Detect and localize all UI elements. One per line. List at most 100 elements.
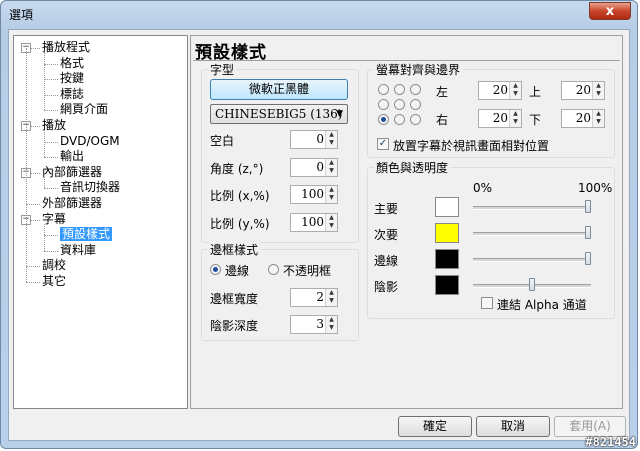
tree-item[interactable]: 輸出 xyxy=(60,149,84,164)
color-swatch-button[interactable] xyxy=(435,223,459,243)
relative-position-checkbox[interactable]: ✓ xyxy=(377,138,389,150)
stepper-arrows[interactable]: ▲ ▼ xyxy=(325,186,337,203)
stepper-arrows[interactable]: ▲ ▼ xyxy=(325,289,337,306)
tree-item[interactable]: 按鍵 xyxy=(60,71,84,86)
stepper-down-icon[interactable]: ▼ xyxy=(593,118,604,126)
stepper-arrows[interactable]: ▲ ▼ xyxy=(325,316,337,333)
bottom-margin-label: 下 xyxy=(529,113,542,127)
stepper-arrows[interactable]: ▲ ▼ xyxy=(509,82,521,99)
tree-item[interactable]: 預設樣式 xyxy=(58,226,114,243)
close-button[interactable]: x xyxy=(589,2,631,20)
right-margin-stepper[interactable]: 20 ▲ ▼ xyxy=(478,109,522,128)
font-button[interactable]: 微軟正黑體 xyxy=(210,79,348,100)
stepper-arrows[interactable]: ▲ ▼ xyxy=(325,131,337,148)
stepper-down-icon[interactable]: ▼ xyxy=(326,167,337,175)
tree-item[interactable]: 內部篩選器 xyxy=(42,165,102,180)
opacity-slider-thumb[interactable] xyxy=(529,278,535,291)
stepper-up-icon[interactable]: ▲ xyxy=(510,110,521,118)
stepper-down-icon[interactable]: ▼ xyxy=(326,139,337,147)
tree-item[interactable]: 音訊切換器 xyxy=(60,180,120,195)
alignment-radio[interactable] xyxy=(410,114,421,125)
tree-item[interactable]: 字幕 xyxy=(42,212,66,227)
alignment-radio[interactable] xyxy=(394,84,405,95)
tree-connector xyxy=(44,176,45,189)
alignment-radio[interactable] xyxy=(410,99,421,110)
tree-item[interactable]: 播放 xyxy=(42,118,66,133)
stepper-down-icon[interactable]: ▼ xyxy=(326,194,337,202)
opacity-slider-track[interactable] xyxy=(473,258,591,262)
top-margin-label: 上 xyxy=(529,85,542,99)
stepper-down-icon[interactable]: ▼ xyxy=(593,90,604,98)
left-margin-stepper[interactable]: 20 ▲ ▼ xyxy=(478,81,522,100)
stepper-up-icon[interactable]: ▲ xyxy=(326,131,337,139)
alignment-radio[interactable] xyxy=(378,99,389,110)
shadow-depth-stepper[interactable]: 3 ▲ ▼ xyxy=(290,315,338,334)
tree-item[interactable]: 格式 xyxy=(60,56,84,71)
opaque-box-radio[interactable] xyxy=(268,264,279,275)
tree-item[interactable]: 標誌 xyxy=(60,87,84,102)
ok-button[interactable]: 確定 xyxy=(398,416,472,437)
color-row-label: 主要 xyxy=(374,202,399,216)
alignment-radio[interactable] xyxy=(378,114,389,125)
stepper-up-icon[interactable]: ▲ xyxy=(593,110,604,118)
tree-item[interactable]: DVD/OGM xyxy=(60,134,120,149)
stepper-arrows[interactable]: ▲ ▼ xyxy=(592,110,604,127)
border-width-stepper[interactable]: 2 ▲ ▼ xyxy=(290,288,338,307)
cancel-button[interactable]: 取消 xyxy=(476,416,550,437)
stepper-arrows[interactable]: ▲ ▼ xyxy=(509,110,521,127)
link-alpha-checkbox[interactable] xyxy=(481,297,493,309)
title-bar[interactable]: 選項 x xyxy=(1,1,637,25)
stepper-up-icon[interactable]: ▲ xyxy=(326,214,337,222)
charset-select[interactable]: CHINESEBIG5 (136) ▼ xyxy=(210,104,348,124)
color-swatch-button[interactable] xyxy=(435,275,459,295)
tree-item[interactable]: 網頁介面 xyxy=(60,102,108,117)
stepper-up-icon[interactable]: ▲ xyxy=(326,159,337,167)
alignment-radio[interactable] xyxy=(410,84,421,95)
opacity-slider-track[interactable] xyxy=(473,232,591,236)
alignment-radio[interactable] xyxy=(378,84,389,95)
stepper-down-icon[interactable]: ▼ xyxy=(326,222,337,230)
scale-x-stepper[interactable]: 100 ▲ ▼ xyxy=(290,185,338,204)
apply-button[interactable]: 套用(A) xyxy=(554,416,626,437)
stepper-down-icon[interactable]: ▼ xyxy=(326,324,337,332)
opacity-slider-track[interactable] xyxy=(473,206,591,210)
tree-item[interactable]: 外部篩選器 xyxy=(42,196,102,211)
stepper-down-icon[interactable]: ▼ xyxy=(326,297,337,305)
options-tree[interactable]: 播放程式 − 格式 按鍵 標誌 網頁介面 播放 − DVD/OGM 輸出 內部篩選器 − 音訊切換器 外部… xyxy=(13,35,188,409)
alignment-radio[interactable] xyxy=(394,114,405,125)
stepper-up-icon[interactable]: ▲ xyxy=(326,289,337,297)
relative-position-label[interactable]: 放置字幕於視訊畫面相對位置 xyxy=(393,137,549,154)
scale-y-stepper[interactable]: 100 ▲ ▼ xyxy=(290,213,338,232)
spacing-stepper[interactable]: 0 ▲ ▼ xyxy=(290,130,338,149)
color-swatch-button[interactable] xyxy=(435,249,459,269)
tree-connector xyxy=(44,110,58,112)
angle-stepper[interactable]: 0 ▲ ▼ xyxy=(290,158,338,177)
stepper-up-icon[interactable]: ▲ xyxy=(593,82,604,90)
tree-item[interactable]: 資料庫 xyxy=(60,243,96,258)
scale-x-value: 100 xyxy=(301,187,324,201)
tree-item[interactable]: 其它 xyxy=(42,274,66,289)
tree-item[interactable]: 調校 xyxy=(42,258,66,273)
stepper-arrows[interactable]: ▲ ▼ xyxy=(325,159,337,176)
opacity-slider-thumb[interactable] xyxy=(585,200,591,213)
outline-radio[interactable] xyxy=(210,264,221,275)
stepper-down-icon[interactable]: ▼ xyxy=(510,118,521,126)
bottom-margin-stepper[interactable]: 20 ▲ ▼ xyxy=(561,109,605,128)
opacity-slider-thumb[interactable] xyxy=(585,252,591,265)
link-alpha-label[interactable]: 連結 Alpha 通道 xyxy=(497,296,587,313)
stepper-up-icon[interactable]: ▲ xyxy=(326,186,337,194)
border-style-group: 邊框樣式 邊線 不透明框 邊框寬度 2 ▲ ▼ 陰影深度 3 ▲ ▼ xyxy=(201,241,359,341)
stepper-up-icon[interactable]: ▲ xyxy=(326,316,337,324)
stepper-arrows[interactable]: ▲ ▼ xyxy=(592,82,604,99)
stepper-arrows[interactable]: ▲ ▼ xyxy=(325,214,337,231)
outline-radio-label[interactable]: 邊線 xyxy=(225,262,249,279)
alignment-radio[interactable] xyxy=(394,99,405,110)
stepper-down-icon[interactable]: ▼ xyxy=(510,90,521,98)
opacity-slider-thumb[interactable] xyxy=(585,226,591,239)
top-margin-stepper[interactable]: 20 ▲ ▼ xyxy=(561,81,605,100)
opaque-box-radio-label[interactable]: 不透明框 xyxy=(283,262,331,279)
color-swatch-button[interactable] xyxy=(435,197,459,217)
tree-item[interactable]: 播放程式 xyxy=(42,40,90,55)
stepper-up-icon[interactable]: ▲ xyxy=(510,82,521,90)
bottom-margin-value: 20 xyxy=(575,111,591,125)
